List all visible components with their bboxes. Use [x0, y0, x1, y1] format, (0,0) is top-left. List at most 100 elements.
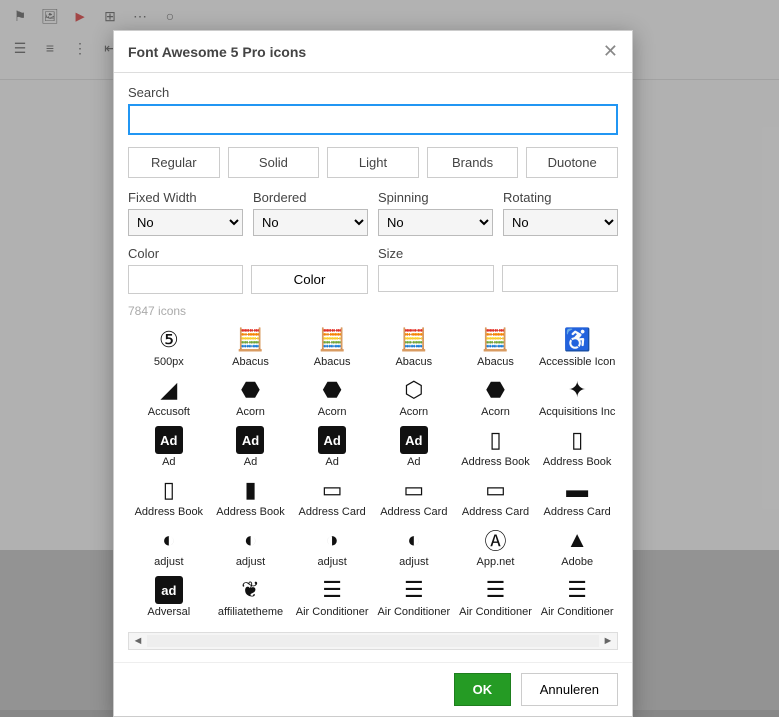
- icon-label: Address Book: [128, 506, 210, 518]
- icon-item[interactable]: 🧮Abacus: [373, 322, 455, 372]
- icon-item[interactable]: ❦ affiliatetheme: [210, 572, 292, 622]
- address-book-icon: ▯: [536, 426, 618, 454]
- adversal-icon: ad: [155, 576, 183, 604]
- icon-item[interactable]: Ad Ad: [210, 422, 292, 472]
- icon-label: Address Card: [291, 506, 373, 518]
- address-book-icon: ▯: [128, 476, 210, 504]
- horizontal-scrollbar[interactable]: ◄ ►: [128, 632, 618, 650]
- ad-icon: Ad: [400, 426, 428, 454]
- close-icon[interactable]: ✕: [603, 41, 618, 62]
- icon-label: Address Book: [536, 456, 618, 468]
- size-input-2[interactable]: [502, 265, 618, 292]
- air-conditioner-icon: ☰: [291, 576, 373, 604]
- icon-item[interactable]: ♿Accessible Icon: [536, 322, 618, 372]
- scroll-right-icon[interactable]: ►: [599, 635, 617, 647]
- color-input[interactable]: [128, 265, 243, 294]
- icon-label: adjust: [291, 556, 373, 568]
- icon-item[interactable]: ▮Address Book: [210, 472, 292, 522]
- icon-item[interactable]: ◐adjust: [128, 522, 210, 572]
- icon-label: Acorn: [291, 406, 373, 418]
- size-input[interactable]: [378, 265, 494, 292]
- icon-item[interactable]: 🧮Abacus: [291, 322, 373, 372]
- option-spinning-select[interactable]: No: [378, 209, 493, 236]
- affiliatetheme-icon: ❦: [210, 576, 292, 604]
- icon-item[interactable]: ▯ Address Book: [536, 422, 618, 472]
- icon-item[interactable]: ⬣ Acorn: [291, 372, 373, 422]
- icon-label: Address Book: [210, 506, 292, 518]
- acquisitions-inc-icon: ✦: [536, 376, 618, 404]
- icon-label: Air Conditioner: [536, 606, 618, 618]
- style-solid-button[interactable]: Solid: [228, 147, 320, 178]
- cancel-button[interactable]: Annuleren: [521, 673, 618, 706]
- acorn-icon: ⬣: [291, 376, 373, 404]
- icon-label: Air Conditioner: [455, 606, 537, 618]
- icon-grid[interactable]: ⑤500px🧮Abacus🧮Abacus🧮Abacus🧮Abacus♿Acces…: [128, 322, 618, 632]
- icon-item[interactable]: ▲Adobe: [536, 522, 618, 572]
- icon-item[interactable]: ◑adjust: [291, 522, 373, 572]
- option-fixed-width-select[interactable]: No: [128, 209, 243, 236]
- icon-label: Address Card: [536, 506, 618, 518]
- icon-item[interactable]: ⬡Acorn: [373, 372, 455, 422]
- address-card-icon: ▬: [536, 476, 618, 504]
- icon-item[interactable]: 🧮Abacus: [210, 322, 292, 372]
- icon-count: 7847 icons: [128, 304, 618, 318]
- abacus-icon: 🧮: [291, 326, 373, 354]
- icon-picker-dialog: Font Awesome 5 Pro icons ✕ Search Regula…: [113, 30, 633, 717]
- icon-item[interactable]: ☰Air Conditioner: [536, 572, 618, 622]
- abacus-icon: 🧮: [455, 326, 537, 354]
- icon-label: Address Card: [455, 506, 537, 518]
- adjust-icon: ◐: [373, 526, 455, 554]
- icon-label: Ad: [210, 456, 292, 468]
- icon-item[interactable]: ⑤500px: [128, 322, 210, 372]
- icon-item[interactable]: ☰Air Conditioner: [291, 572, 373, 622]
- address-card-icon: ▭: [291, 476, 373, 504]
- icon-label: App.net: [455, 556, 537, 568]
- icon-item[interactable]: 🧮Abacus: [455, 322, 537, 372]
- icon-label: affiliatetheme: [210, 606, 292, 618]
- style-duotone-button[interactable]: Duotone: [526, 147, 618, 178]
- icon-item[interactable]: ☰Air Conditioner: [455, 572, 537, 622]
- icon-item[interactable]: AdAd: [291, 422, 373, 472]
- icon-label: Acorn: [455, 406, 537, 418]
- icon-label: Ad: [373, 456, 455, 468]
- adobe-icon: ▲: [536, 526, 618, 554]
- option-bordered-select[interactable]: No: [253, 209, 368, 236]
- option-label: Rotating: [503, 190, 618, 205]
- icon-item[interactable]: ▯ Address Book: [128, 472, 210, 522]
- ad-icon: Ad: [236, 426, 264, 454]
- icon-item[interactable]: ▬ Address Card: [536, 472, 618, 522]
- icon-item[interactable]: ▭Address Card: [455, 472, 537, 522]
- accusoft-icon: ◢: [128, 376, 210, 404]
- ad-icon: Ad: [155, 426, 183, 454]
- icon-item[interactable]: ⒶApp.net: [455, 522, 537, 572]
- icon-item[interactable]: ▭Address Card: [373, 472, 455, 522]
- icon-item[interactable]: ☰Air Conditioner: [373, 572, 455, 622]
- icon-item[interactable]: AdAd: [128, 422, 210, 472]
- icon-item[interactable]: Ad Ad: [373, 422, 455, 472]
- icon-item[interactable]: ⬣Acorn: [210, 372, 292, 422]
- icon-label: Adversal: [128, 606, 210, 618]
- icon-item[interactable]: ✦Acquisitions Inc: [536, 372, 618, 422]
- color-picker-button[interactable]: Color: [251, 265, 368, 294]
- icon-item[interactable]: ⬣Acorn: [455, 372, 537, 422]
- icon-item[interactable]: ◢Accusoft: [128, 372, 210, 422]
- icon-item[interactable]: ◐ adjust: [210, 522, 292, 572]
- size-label: Size: [378, 246, 618, 261]
- 500px-icon: ⑤: [128, 326, 210, 354]
- scroll-left-icon[interactable]: ◄: [129, 635, 147, 647]
- style-filter-row: Regular SolidLight BrandsDuotone: [128, 147, 618, 178]
- ok-button[interactable]: OK: [454, 673, 512, 706]
- icon-label: adjust: [210, 556, 292, 568]
- search-input[interactable]: [128, 104, 618, 135]
- icon-label: Accessible Icon: [536, 356, 618, 368]
- adjust-icon: ◐: [210, 526, 292, 554]
- icon-item[interactable]: ◐adjust: [373, 522, 455, 572]
- icon-item[interactable]: ▭ Address Card: [291, 472, 373, 522]
- option-rotating-select[interactable]: No: [503, 209, 618, 236]
- icon-item[interactable]: ad Adversal: [128, 572, 210, 622]
- style-regular-button[interactable]: Regular: [128, 147, 220, 178]
- style-brands-button[interactable]: Brands: [427, 147, 519, 178]
- icon-item[interactable]: ▯Address Book: [455, 422, 537, 472]
- dialog-title: Font Awesome 5 Pro icons: [128, 44, 306, 60]
- style-light-button[interactable]: Light: [327, 147, 419, 178]
